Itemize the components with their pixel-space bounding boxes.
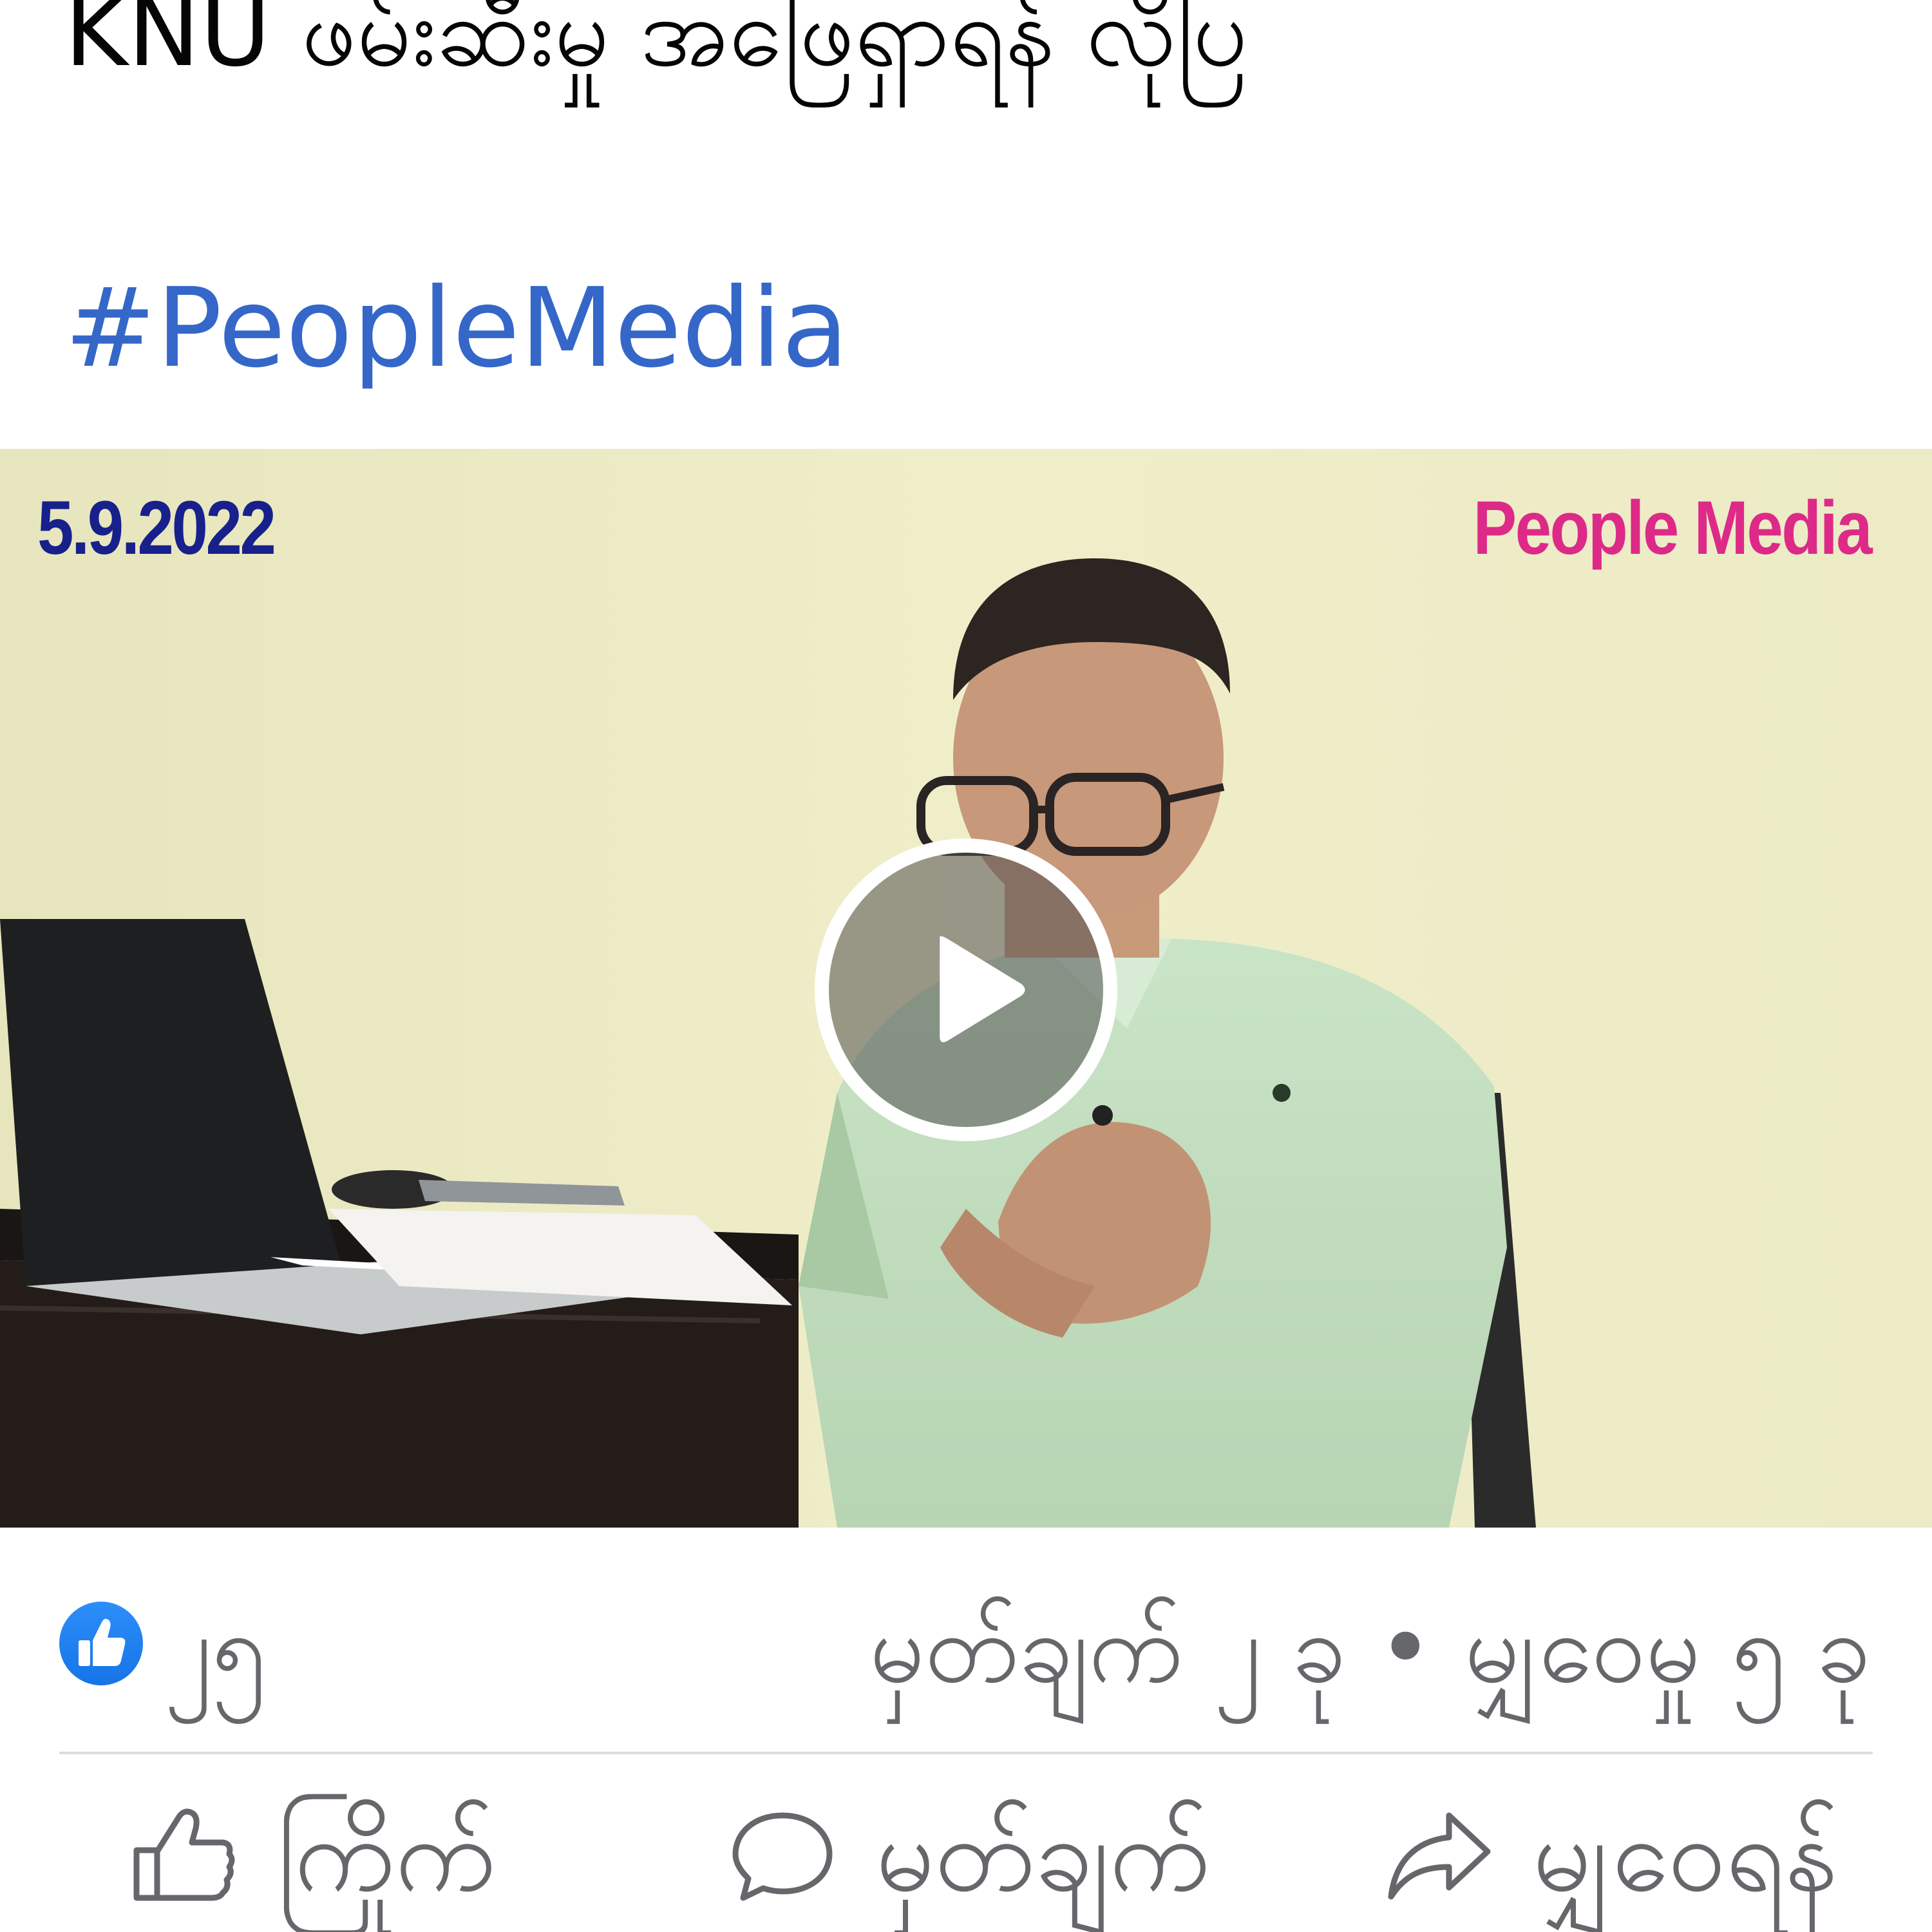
comment-icon xyxy=(732,1812,833,1901)
hashtag-link[interactable]: #PeopleMedia xyxy=(64,258,849,399)
comment-button-label: မှတ်ချက် xyxy=(876,1794,1211,1915)
comments-shares-count[interactable]: မှတ်ချက် ၂ ခု • မျှဝေမှု ၅ ခု xyxy=(869,1584,1871,1713)
video-date-overlay: 5.9.2022 xyxy=(37,486,276,571)
thumbs-up-icon xyxy=(133,1808,235,1901)
play-button[interactable] xyxy=(815,838,1117,1141)
play-icon xyxy=(940,936,1025,1043)
like-button[interactable]: ကြိုက် xyxy=(129,1777,496,1932)
like-reaction-icon[interactable] xyxy=(59,1602,143,1685)
divider xyxy=(59,1752,1873,1754)
video-player[interactable]: 5.9.2022 People Media xyxy=(0,449,1932,1528)
share-button[interactable]: မျှဝေရန် xyxy=(1385,1777,1838,1932)
reaction-stats-row: ၂၅ မှတ်ချက် ၂ ခု • မျှဝေမှု ၅ ခု xyxy=(0,1571,1932,1705)
post-title: KNU ဖမ်းဆီးမှု အဖြေရှာရန် လိုပြ xyxy=(64,0,1248,88)
post-action-bar: ကြိုက် မှတ်ချက် မျှဝေရန် xyxy=(0,1777,1932,1932)
video-brand-overlay: People Media xyxy=(1473,486,1872,571)
like-button-label: ကြိုက် xyxy=(277,1794,496,1915)
like-count[interactable]: ၂၅ xyxy=(164,1584,266,1713)
comment-button[interactable]: မှတ်ချက် xyxy=(728,1777,1210,1932)
share-icon xyxy=(1388,1812,1491,1900)
share-button-label: မျှဝေရန် xyxy=(1533,1794,1839,1915)
